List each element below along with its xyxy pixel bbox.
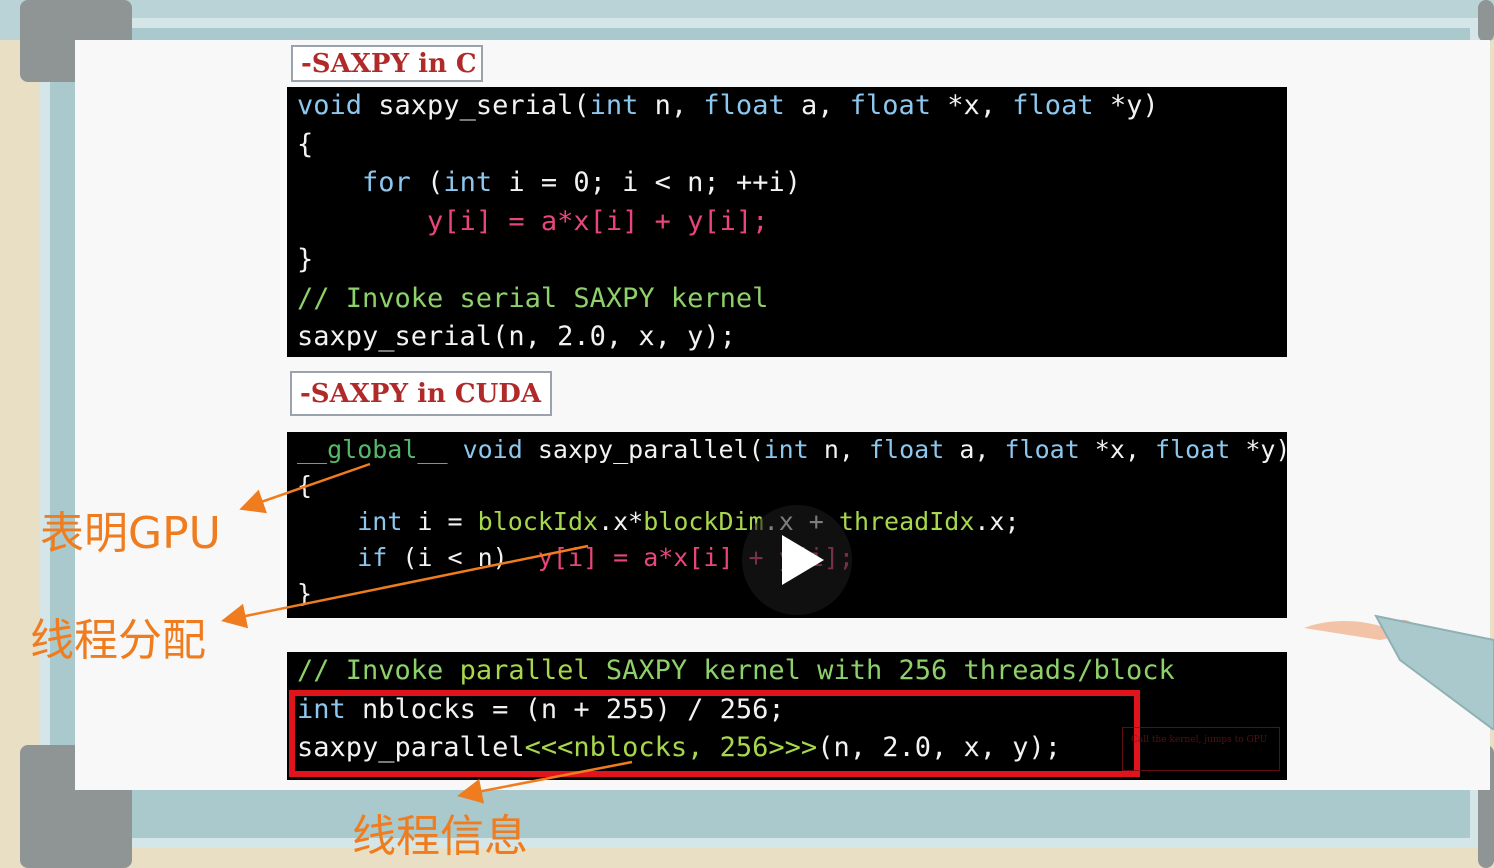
annotation-thread-info: 线程信息: [352, 811, 528, 862]
pointing-hand: [1304, 614, 1494, 730]
play-button[interactable]: [742, 505, 852, 615]
play-icon: [782, 535, 824, 585]
arrow-thread-info: [457, 760, 633, 804]
arrow-gpu: [239, 462, 371, 514]
annotation-arrows: [221, 462, 633, 804]
annotation-gpu: 表明GPU: [40, 508, 221, 559]
annotation-thread-alloc: 线程分配: [30, 615, 206, 666]
arrow-thread-alloc: [221, 544, 589, 629]
